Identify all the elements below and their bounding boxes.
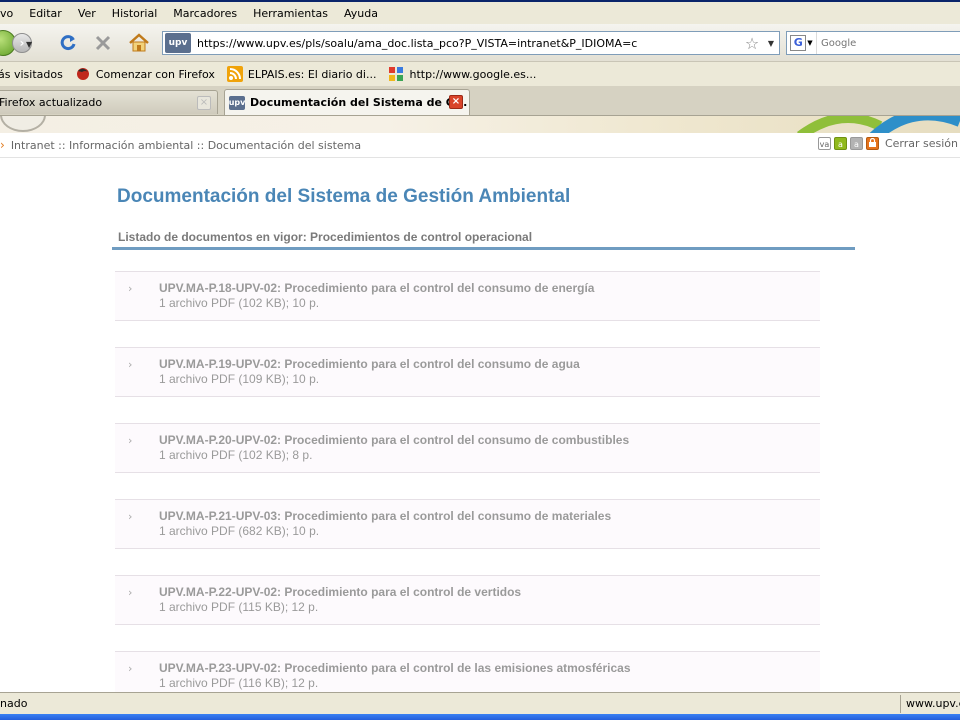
reload-icon[interactable] (56, 31, 80, 55)
chevron-right-icon: › (128, 282, 133, 295)
bookmark-google[interactable]: http://www.google.es... (388, 66, 536, 82)
document-title-link[interactable]: UPV.MA-P.21-UPV-03: Procedimiento para e… (159, 509, 611, 523)
document-item[interactable]: › UPV.MA-P.22-UPV-02: Procedimiento para… (115, 575, 820, 625)
bookmark-label: ELPAIS.es: El diario di... (247, 67, 377, 81)
google-icon: G (790, 35, 807, 51)
document-meta: 1 archivo PDF (116 KB); 12 p. (159, 676, 319, 690)
firefox-icon (75, 66, 91, 82)
document-meta: 1 archivo PDF (102 KB); 10 p. (159, 296, 320, 310)
heading-divider (112, 247, 855, 250)
url-dropdown-icon[interactable]: ▼ (763, 39, 779, 48)
url-text[interactable]: https://www.upv.es/pls/soalu/ama_doc.lis… (197, 37, 741, 50)
bookmark-label: http://www.google.es... (409, 67, 537, 81)
breadcrumb[interactable]: Intranet :: Información ambiental :: Doc… (11, 139, 361, 152)
status-host: www.upv.es (900, 695, 960, 713)
bookmarks-toolbar: ás visitados Comenzar con Firefox ELPAIS… (0, 62, 960, 86)
document-item[interactable]: › UPV.MA-P.20-UPV-02: Procedimiento para… (115, 423, 820, 473)
home-icon[interactable] (127, 31, 151, 55)
document-item[interactable]: › UPV.MA-P.21-UPV-03: Procedimiento para… (115, 499, 820, 549)
text-size-small-icon[interactable]: a (849, 137, 863, 150)
tab-firefox-updated[interactable]: Firefox actualizado × (0, 90, 218, 114)
tab-close-icon[interactable]: × (449, 95, 463, 109)
site-identity-icon[interactable]: upv (165, 33, 191, 53)
valencian-language-icon[interactable]: va (817, 137, 831, 150)
menu-history[interactable]: Historial (104, 7, 165, 20)
banner-swoosh-graphic (797, 116, 960, 133)
address-bar[interactable]: upv https://www.upv.es/pls/soalu/ama_doc… (162, 31, 780, 55)
history-dropdown-icon[interactable]: ▼ (26, 40, 34, 49)
google-icon (388, 66, 404, 82)
document-item[interactable]: › UPV.MA-P.23-UPV-02: Procedimiento para… (115, 651, 820, 692)
search-input[interactable] (821, 37, 951, 49)
search-engine-selector[interactable]: G ▼ (787, 32, 817, 54)
document-meta: 1 archivo PDF (109 KB); 10 p. (159, 372, 320, 386)
chevron-right-icon: › (128, 434, 133, 447)
document-title-link[interactable]: UPV.MA-P.20-UPV-02: Procedimiento para e… (159, 433, 629, 447)
tab-close-icon[interactable]: × (197, 96, 211, 110)
menu-help[interactable]: Ayuda (336, 7, 386, 20)
page-viewport: › Intranet :: Información ambiental :: D… (0, 116, 960, 692)
bookmark-star-icon[interactable]: ☆ (741, 34, 763, 53)
upv-seal-logo (0, 116, 46, 132)
document-meta: 1 archivo PDF (102 KB); 8 p. (159, 448, 313, 462)
bookmark-getting-started[interactable]: Comenzar con Firefox (75, 66, 215, 82)
page-tools: va a a Cerrar sesión (817, 137, 958, 150)
bookmark-label: Comenzar con Firefox (95, 67, 215, 81)
tab-strip: Firefox actualizado × upv Documentación … (0, 86, 960, 116)
search-bar[interactable]: G ▼ (786, 31, 960, 55)
back-forward-group: › ▼ (0, 30, 38, 56)
breadcrumb-bar: › Intranet :: Información ambiental :: D… (0, 133, 960, 158)
menu-file[interactable]: vo (0, 7, 21, 20)
tab-label: Firefox actualizado (0, 96, 103, 109)
chevron-right-icon: › (128, 510, 133, 523)
menu-bookmarks[interactable]: Marcadores (165, 7, 245, 20)
bookmark-most-visited[interactable]: ás visitados (0, 68, 63, 81)
menu-edit[interactable]: Editar (21, 7, 70, 20)
upv-favicon-icon: upv (229, 95, 245, 110)
menu-view[interactable]: Ver (70, 7, 104, 20)
menu-tools[interactable]: Herramientas (245, 7, 336, 20)
document-title-link[interactable]: UPV.MA-P.18-UPV-02: Procedimiento para e… (159, 281, 594, 295)
chevron-right-icon: › (128, 586, 133, 599)
tab-documentacion[interactable]: upv Documentación del Sistema de G... × (224, 89, 470, 115)
document-title-link[interactable]: UPV.MA-P.23-UPV-02: Procedimiento para e… (159, 661, 631, 675)
breadcrumb-arrow-icon: › (0, 138, 5, 152)
tab-label: Documentación del Sistema de G... (250, 96, 468, 109)
text-size-icon[interactable]: a (833, 137, 847, 150)
document-title-link[interactable]: UPV.MA-P.22-UPV-02: Procedimiento para e… (159, 585, 521, 599)
document-meta: 1 archivo PDF (682 KB); 10 p. (159, 524, 320, 538)
rss-icon (226, 66, 243, 82)
bookmark-elpais[interactable]: ELPAIS.es: El diario di... (226, 66, 377, 82)
stop-icon[interactable] (91, 31, 115, 55)
document-meta: 1 archivo PDF (115 KB); 12 p. (159, 600, 319, 614)
status-bar: nado www.upv.es (0, 692, 960, 714)
bookmark-label: ás visitados (0, 67, 63, 81)
document-item[interactable]: › UPV.MA-P.19-UPV-02: Procedimiento para… (115, 347, 820, 397)
document-item[interactable]: › UPV.MA-P.18-UPV-02: Procedimiento para… (115, 271, 820, 321)
document-list: › UPV.MA-P.18-UPV-02: Procedimiento para… (115, 271, 820, 692)
site-banner (0, 116, 960, 133)
menu-bar: vo Editar Ver Historial Marcadores Herra… (0, 2, 960, 24)
page-title: Documentación del Sistema de Gestión Amb… (117, 186, 571, 207)
lock-icon[interactable] (865, 137, 879, 150)
chevron-right-icon: › (128, 358, 133, 371)
chevron-right-icon: › (128, 662, 133, 675)
status-text: nado (0, 697, 28, 710)
list-heading: Listado de documentos en vigor: Procedim… (118, 230, 533, 244)
logout-link[interactable]: Cerrar sesión (885, 137, 958, 150)
os-taskbar (0, 714, 960, 720)
navigation-toolbar: › ▼ upv https://www.upv.es/pls/soalu/ama… (0, 24, 960, 62)
document-title-link[interactable]: UPV.MA-P.19-UPV-02: Procedimiento para e… (159, 357, 580, 371)
